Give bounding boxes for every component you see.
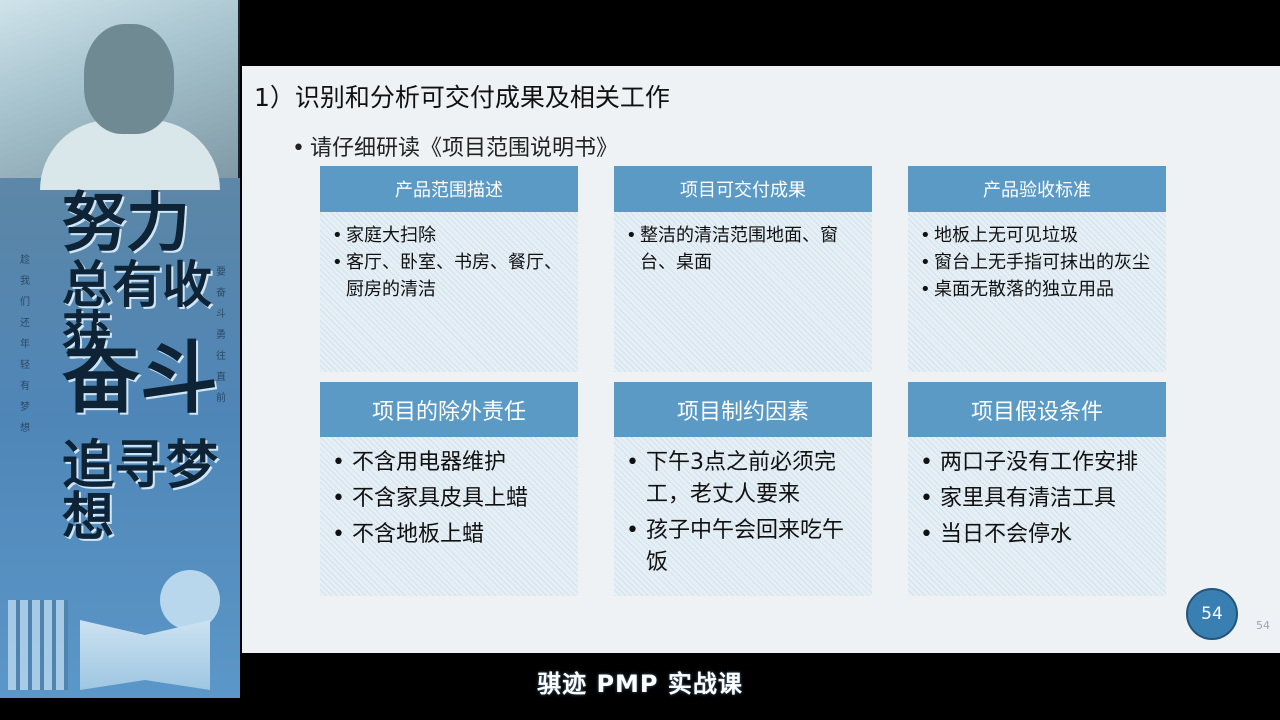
list-item: 家庭大扫除 (332, 222, 568, 249)
card-heading: 项目制约因素 (614, 382, 872, 437)
card-assumptions: 项目假设条件 两口子没有工作安排 家里具有清洁工具 当日不会停水 (908, 382, 1166, 596)
list-item: 地板上无可见垃圾 (920, 222, 1156, 249)
slide-page-number: 54 (1256, 619, 1270, 632)
poster-lamp-graphic (160, 570, 220, 630)
list-item: 不含地板上蜡 (332, 519, 568, 551)
list-item: 不含用电器维护 (332, 447, 568, 479)
presentation-slide: 1）识别和分析可交付成果及相关工作 • 请仔细研读《项目范围说明书》 产品范围描述… (242, 66, 1280, 653)
webcam-feed (0, 0, 240, 190)
video-caption: 骐迹 PMP 实战课 (537, 670, 743, 698)
slide-title: 1）识别和分析可交付成果及相关工作 (254, 83, 670, 112)
card-product-scope: 产品范围描述 家庭大扫除 客厅、卧室、书房、餐厅、厨房的清洁 (320, 166, 578, 372)
presenter-face (84, 24, 174, 134)
card-heading: 项目的除外责任 (320, 382, 578, 437)
card-heading: 产品验收标准 (908, 166, 1166, 212)
list-item: 下午3点之前必须完工，老丈人要来 (626, 447, 862, 511)
card-heading: 产品范围描述 (320, 166, 578, 212)
list-item: 整洁的清洁范围地面、窗台、桌面 (626, 222, 862, 276)
left-poster-panel: 趁我们还年轻有梦想 要奋斗勇往直前 努力 总有收获 奋斗 追寻梦想 (0, 0, 240, 698)
list-item: 孩子中午会回来吃午饭 (626, 515, 862, 579)
card-heading: 项目假设条件 (908, 382, 1166, 437)
list-item: 桌面无散落的独立用品 (920, 276, 1156, 303)
poster-word-3: 奋斗 (62, 334, 219, 424)
bullet-dot-icon: • (292, 136, 305, 161)
poster-side-text-left: 趁我们还年轻有梦想 (20, 255, 30, 434)
poster-word-1: 努力 (62, 187, 190, 261)
card-heading: 项目可交付成果 (614, 166, 872, 212)
card-constraints: 项目制约因素 下午3点之前必须完工，老丈人要来 孩子中午会回来吃午饭 (614, 382, 872, 596)
list-item: 不含家具皮具上蜡 (332, 483, 568, 515)
list-item: 家里具有清洁工具 (920, 483, 1156, 515)
slide-bullet: • 请仔细研读《项目范围说明书》 (292, 130, 618, 162)
list-item: 客厅、卧室、书房、餐厅、厨房的清洁 (332, 249, 568, 303)
list-item: 两口子没有工作安排 (920, 447, 1156, 479)
card-acceptance-criteria: 产品验收标准 地板上无可见垃圾 窗台上无手指可抹出的灰尘 桌面无散落的独立用品 (908, 166, 1166, 372)
top-black-band (240, 0, 1280, 66)
poster-word-4: 追寻梦想 (62, 436, 219, 548)
list-item: 窗台上无手指可抹出的灰尘 (920, 249, 1156, 276)
card-deliverables: 项目可交付成果 整洁的清洁范围地面、窗台、桌面 (614, 166, 872, 372)
page-number-badge: 54 (1186, 588, 1238, 640)
card-exclusions: 项目的除外责任 不含用电器维护 不含家具皮具上蜡 不含地板上蜡 (320, 382, 578, 596)
slide-bullet-text: 请仔细研读《项目范围说明书》 (310, 136, 619, 161)
list-item: 当日不会停水 (920, 519, 1156, 551)
